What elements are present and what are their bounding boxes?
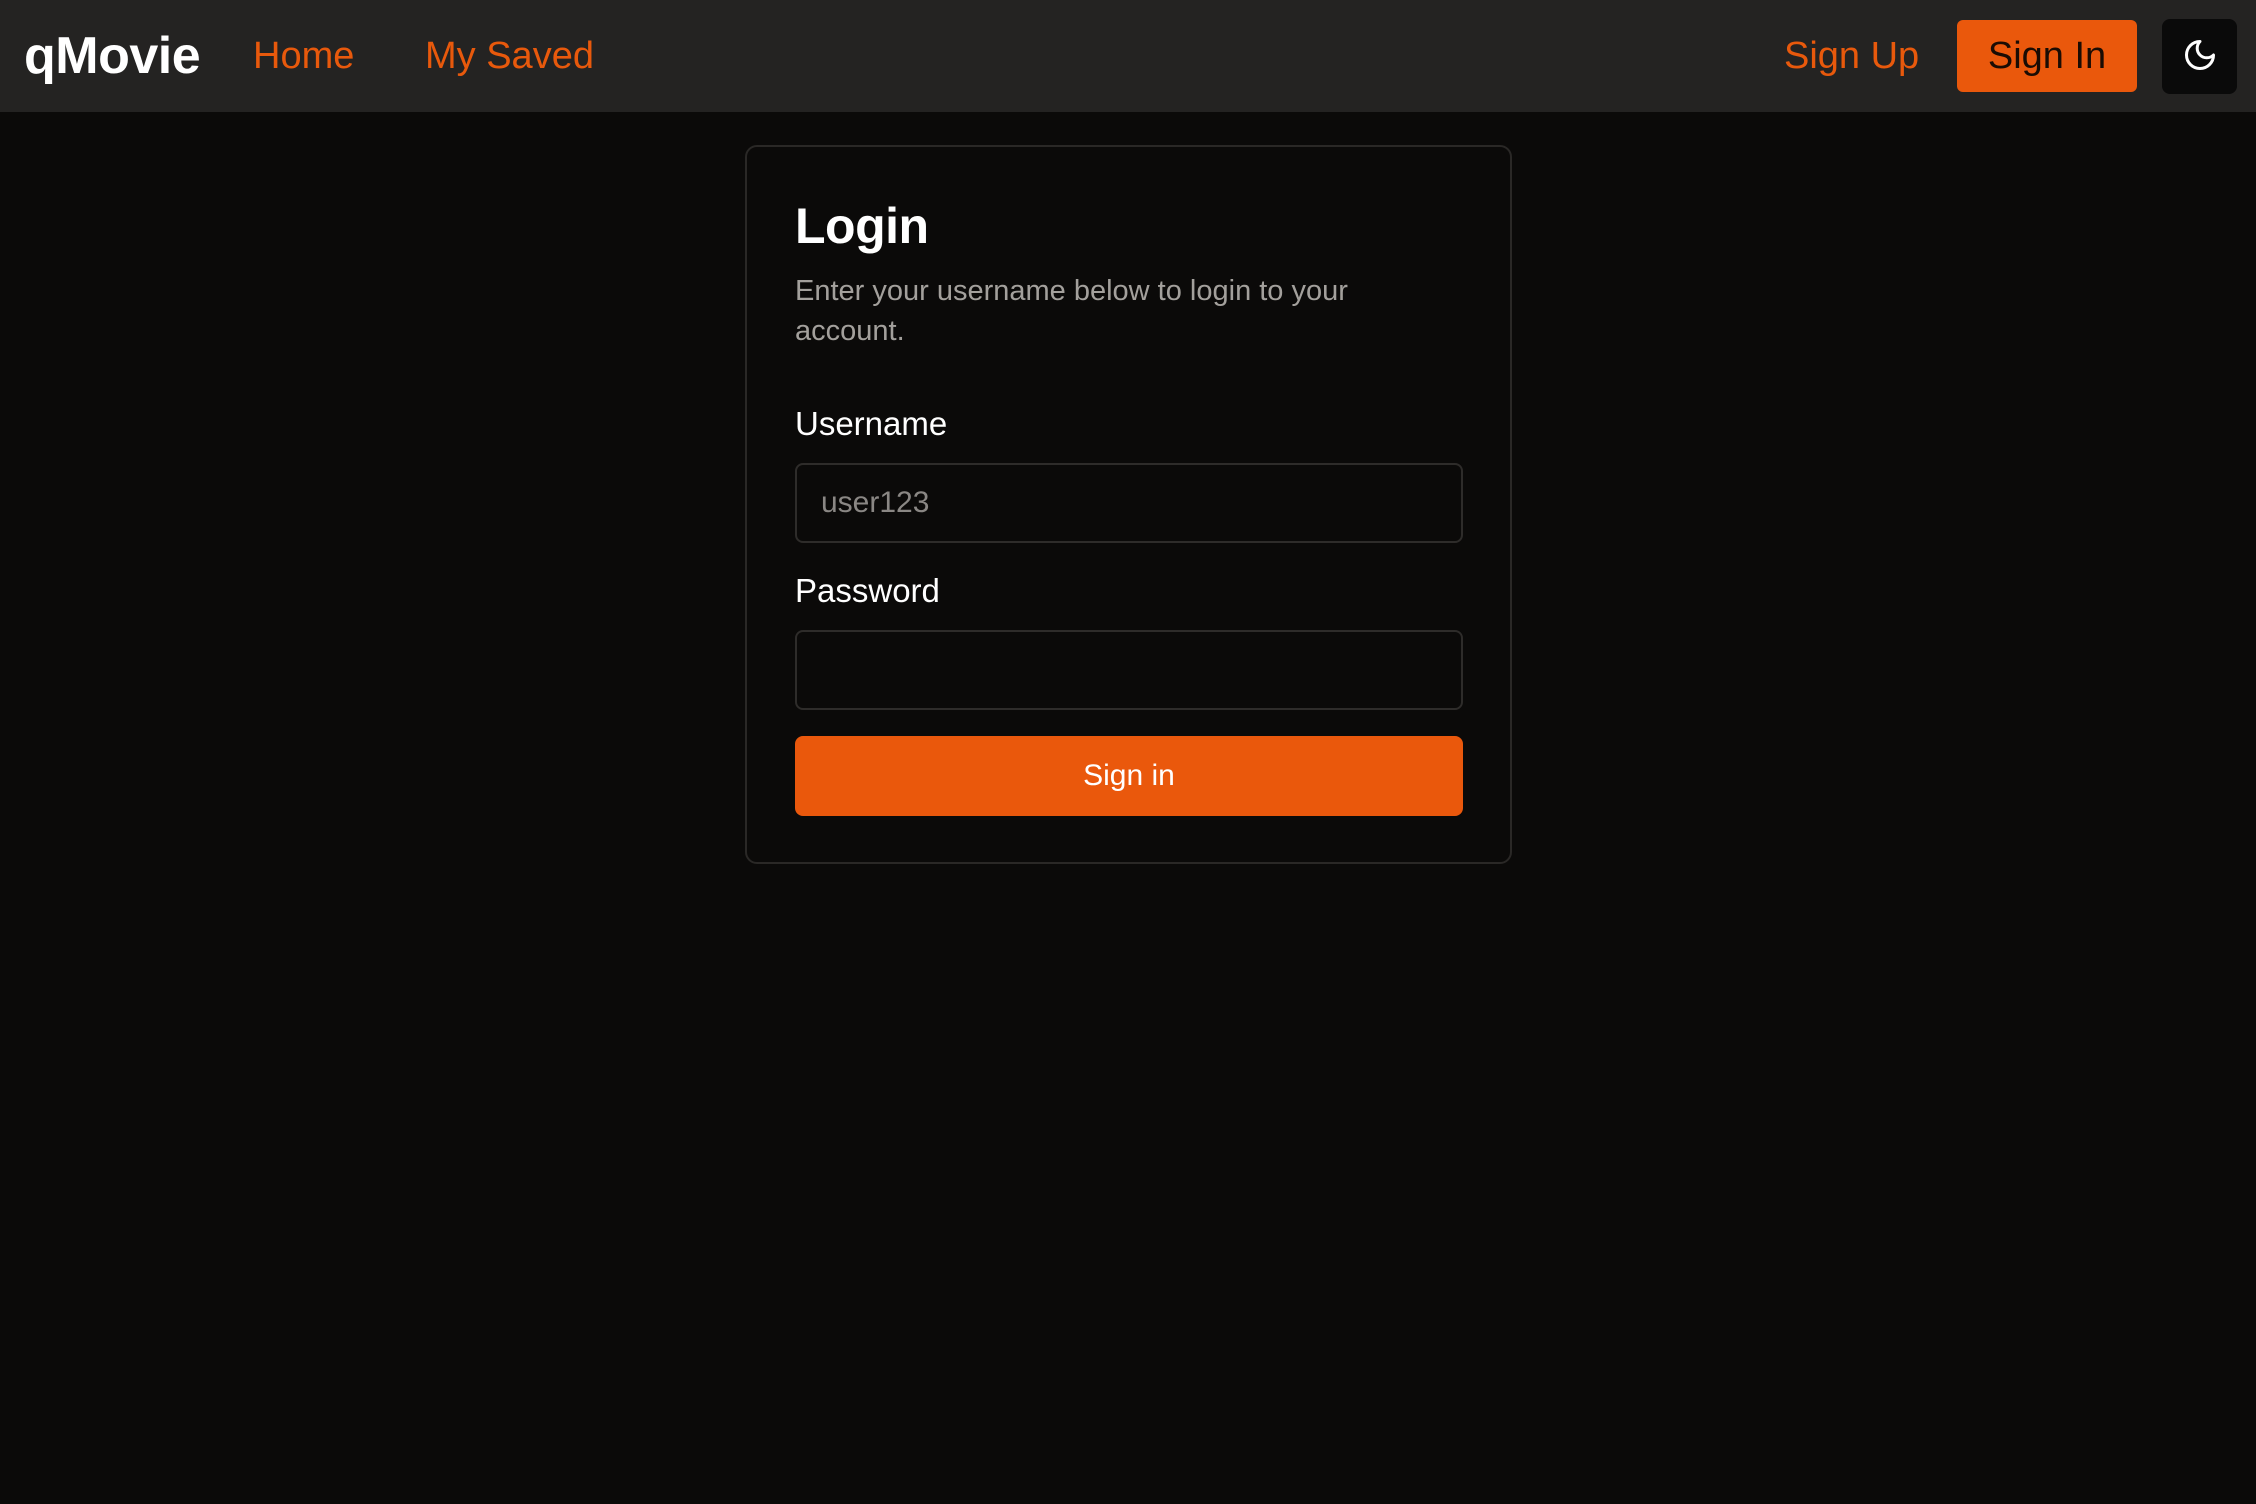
- nav-link-my-saved[interactable]: My Saved: [425, 0, 594, 112]
- moon-icon: [2182, 37, 2218, 76]
- username-label: Username: [795, 405, 948, 442]
- sign-in-button[interactable]: Sign In: [1957, 20, 2137, 92]
- nav-link-home[interactable]: Home: [253, 0, 354, 112]
- password-label: Password: [795, 572, 940, 609]
- username-input[interactable]: [795, 463, 1463, 543]
- password-input[interactable]: [795, 630, 1463, 710]
- brand-logo[interactable]: qMovie: [24, 0, 201, 112]
- sign-up-link[interactable]: Sign Up: [1784, 0, 1919, 112]
- navbar: qMovie Home My Saved Sign Up Sign In: [0, 0, 2256, 112]
- login-title: Login: [795, 198, 929, 254]
- theme-toggle-button[interactable]: [2162, 19, 2237, 94]
- login-card: Login Enter your username below to login…: [745, 145, 1512, 864]
- login-submit-button[interactable]: Sign in: [795, 736, 1463, 816]
- login-description: Enter your username below to login to yo…: [795, 275, 1348, 347]
